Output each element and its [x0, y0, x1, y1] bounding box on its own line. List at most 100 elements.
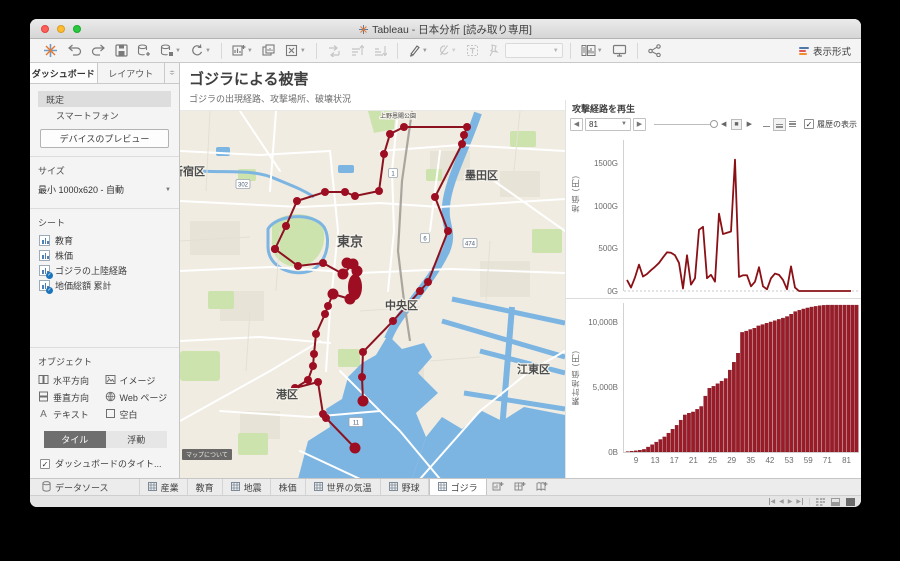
pane-tab-dashboard[interactable]: ダッシュボード: [30, 63, 98, 83]
sheet-tab-地震[interactable]: 地震: [223, 479, 271, 495]
sheet-tab-世界の気温[interactable]: 世界の気温: [306, 479, 381, 495]
x-axis-tick-label: 17: [670, 456, 679, 465]
history-trail-short-button[interactable]: [760, 118, 773, 131]
dashboard-subtitle: ゴジラの出現経路、攻撃場所、破壊状況: [189, 92, 351, 105]
checkbox-checked-icon[interactable]: ✓: [40, 459, 50, 469]
redo-button[interactable]: [88, 41, 109, 61]
first-tab-button[interactable]: ◀: [769, 498, 776, 505]
sheet-tab-教育[interactable]: 教育: [188, 479, 223, 495]
dashboard-grid-icon: [231, 482, 240, 493]
add-datasource-button[interactable]: [134, 41, 154, 61]
share-button[interactable]: [645, 41, 664, 61]
prev-tab-button[interactable]: ◀: [779, 498, 784, 505]
tile-button[interactable]: タイル: [44, 431, 106, 448]
dashboard-title-checkbox-row[interactable]: ✓ ダッシュボードのタイト...: [30, 448, 179, 478]
new-dashboard-tab-button[interactable]: [509, 479, 531, 495]
bar-chart[interactable]: [624, 303, 859, 453]
size-dropdown[interactable]: 最小 1000x620 - 自動 ▼: [30, 181, 179, 202]
in-dashboard-check-icon: ✓: [46, 272, 53, 279]
object-item-text-object[interactable]: Aテキスト: [38, 408, 105, 421]
object-item-vertical-container[interactable]: 垂直方向: [38, 391, 105, 404]
map-canvas[interactable]: 1647430211 東京墨田区中央区江東区港区新宿区上野恩賜公園: [180, 111, 565, 478]
object-item-horizontal-container[interactable]: 水平方向: [38, 374, 105, 387]
clear-sheet-button[interactable]: ▼: [282, 41, 309, 61]
new-worksheet-tab-button[interactable]: [487, 479, 509, 495]
sheet-list-item[interactable]: ✓ゴジラの上陸経路: [30, 263, 179, 278]
slider-thumb[interactable]: [710, 120, 718, 128]
show-tabs-button[interactable]: [846, 498, 855, 506]
duplicate-sheet-icon: [262, 44, 276, 57]
sheet-tab-ゴジラ[interactable]: ゴジラ: [429, 479, 487, 495]
sheet-list-item[interactable]: ✓株価: [30, 248, 179, 263]
sheet-tab-株価[interactable]: 株価: [271, 479, 306, 495]
svg-text:A: A: [40, 409, 47, 419]
device-default-row[interactable]: 既定: [38, 91, 171, 107]
page-value-dropdown[interactable]: 81 ▼: [585, 118, 631, 131]
sort-ascending-button[interactable]: [347, 41, 367, 61]
history-trail-medium-button[interactable]: [773, 118, 786, 131]
play-reverse-button[interactable]: ◀: [718, 118, 729, 130]
fit-dropdown[interactable]: ▼: [505, 43, 563, 58]
highlight-icon: [408, 44, 421, 57]
line-chart[interactable]: [624, 140, 859, 292]
highlight-button[interactable]: ▼: [405, 41, 431, 61]
tile-float-toggle: タイル 浮動: [44, 431, 167, 448]
show-history-checkbox-row[interactable]: ✓ 履歴の表示: [804, 119, 857, 130]
presentation-icon: [612, 44, 627, 57]
play-forward-button[interactable]: ▶: [744, 118, 755, 130]
device-phone-row[interactable]: スマートフォン: [38, 107, 171, 123]
playback-controls: ◀ 81 ▼ ▶ ◀ ■ ▶: [570, 117, 857, 131]
float-button[interactable]: 浮動: [106, 431, 168, 448]
add-datasource-icon: [137, 44, 151, 57]
step-forward-button[interactable]: ▶: [633, 118, 646, 131]
step-back-button[interactable]: ◀: [570, 118, 583, 131]
status-bar: ◀ ◀ ▶ ▶: [30, 495, 861, 507]
playback-title: 攻撃経路を再生: [572, 102, 635, 115]
sort-descending-button[interactable]: [370, 41, 390, 61]
sheet-tab-野球[interactable]: 野球: [381, 479, 429, 495]
stop-button[interactable]: ■: [731, 119, 741, 130]
new-worksheet-button[interactable]: ▼: [229, 41, 256, 61]
horizontal-container-icon: [38, 374, 49, 387]
pause-updates-button[interactable]: ▼: [157, 41, 184, 61]
text-object-icon: A: [38, 408, 49, 421]
refresh-button[interactable]: ▼: [187, 41, 214, 61]
hide-pane-icon[interactable]: ≑: [165, 63, 179, 83]
presentation-button[interactable]: [609, 41, 630, 61]
datasource-tab[interactable]: データソース: [34, 479, 140, 495]
tableau-logo-button[interactable]: [40, 41, 61, 61]
object-item-image[interactable]: イメージ: [105, 374, 172, 387]
sheet-tab-産業[interactable]: 産業: [140, 479, 188, 495]
last-tab-button[interactable]: ▶: [796, 498, 803, 505]
pin-button[interactable]: [485, 41, 502, 61]
map-attribution[interactable]: マップについて: [182, 449, 232, 460]
sheet-list-item[interactable]: ✓地価総額 累計: [30, 278, 179, 293]
next-tab-button[interactable]: ▶: [788, 498, 793, 505]
show-labels-button[interactable]: ▼: [434, 41, 460, 61]
object-item-blank[interactable]: 空白: [105, 408, 172, 421]
new-story-tab-button[interactable]: [531, 479, 553, 495]
undo-button[interactable]: [64, 41, 85, 61]
duplicate-sheet-button[interactable]: [259, 41, 279, 61]
swap-axes-button[interactable]: [324, 41, 344, 61]
history-trail-long-button[interactable]: [786, 118, 799, 131]
chevron-down-icon: ▼: [621, 121, 627, 127]
pane-tab-layout[interactable]: レイアウト: [98, 63, 166, 83]
svg-text:東京: 東京: [337, 234, 363, 249]
show-cards-button[interactable]: ▼: [578, 41, 606, 61]
sheet-list-item[interactable]: ✓教育: [30, 233, 179, 248]
object-item-web-page[interactable]: Web ページ: [105, 391, 172, 404]
device-preview-button[interactable]: デバイスのプレビュー: [40, 129, 169, 148]
show-me-button[interactable]: 表示形式: [799, 44, 851, 58]
bar-chart-ylabel: 累計地価 (円): [570, 350, 581, 406]
tableau-logo-icon: [43, 43, 58, 58]
save-button[interactable]: [112, 41, 131, 61]
dashboard-grid-icon: [438, 482, 447, 493]
checkbox-checked-icon[interactable]: ✓: [804, 119, 814, 129]
page-slider[interactable]: [654, 124, 714, 125]
map-view[interactable]: 1647430211 東京墨田区中央区江東区港区新宿区上野恩賜公園 マップについ…: [180, 110, 565, 478]
show-history-label: 履歴の表示: [817, 119, 857, 130]
fix-axes-button[interactable]: [463, 41, 482, 61]
show-filmstrip-button[interactable]: [831, 498, 840, 506]
show-sheet-sorter-button[interactable]: [816, 498, 825, 506]
